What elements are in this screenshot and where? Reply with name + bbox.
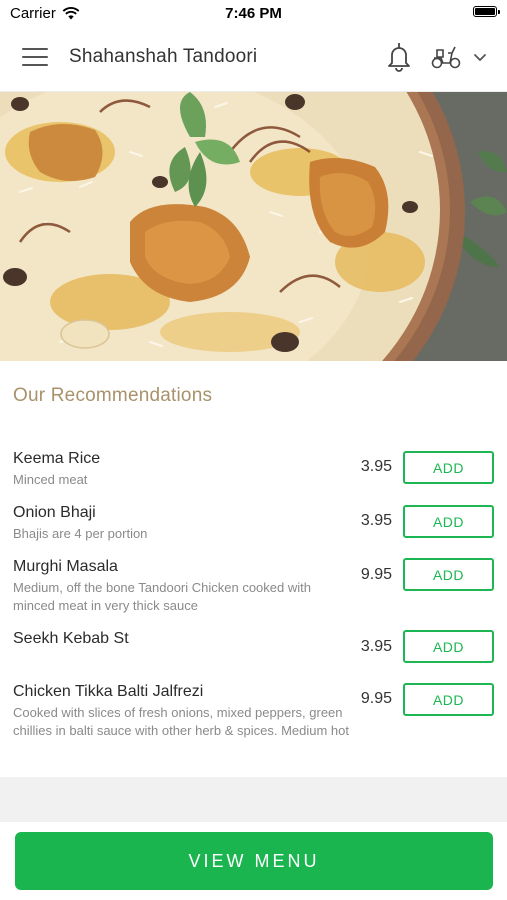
item-name: Keema Rice	[13, 450, 101, 467]
scooter-icon[interactable]	[430, 44, 462, 70]
item-name: Chicken Tikka Balti Jalfrezi	[13, 683, 204, 700]
bell-icon[interactable]	[384, 41, 414, 73]
item-name: Onion Bhaji	[13, 504, 96, 521]
restaurant-title: Shahanshah Tandoori	[69, 46, 258, 67]
biryani-illustration	[0, 92, 507, 361]
status-bar: Carrier 7:46 PM	[0, 0, 507, 26]
section-divider	[0, 777, 507, 822]
status-time: 7:46 PM	[225, 4, 282, 22]
item-name: Murghi Masala	[13, 558, 118, 575]
item-description: Cooked with slices of fresh onions, mixe…	[13, 705, 349, 738]
add-button[interactable]: ADD	[403, 630, 494, 663]
battery-icon	[473, 6, 500, 17]
recommendations-heading: Our Recommendations	[13, 385, 213, 406]
item-price: 9.95	[360, 566, 392, 583]
item-price: 9.95	[360, 690, 392, 707]
add-button[interactable]: ADD	[403, 558, 494, 591]
item-price: 3.95	[360, 638, 392, 655]
hero-food-image	[0, 92, 507, 361]
chevron-down-icon[interactable]	[472, 50, 488, 64]
add-button[interactable]: ADD	[403, 505, 494, 538]
item-price: 3.95	[360, 512, 392, 529]
add-button[interactable]: ADD	[403, 451, 494, 484]
app-header: Shahanshah Tandoori	[0, 26, 507, 92]
item-name: Seekh Kebab St	[13, 630, 129, 647]
add-button[interactable]: ADD	[403, 683, 494, 716]
menu-icon[interactable]	[22, 48, 48, 68]
item-description: Medium, off the bone Tandoori Chicken co…	[13, 580, 311, 613]
item-description: Bhajis are 4 per portion	[13, 526, 148, 541]
view-menu-button[interactable]: VIEW MENU	[15, 832, 493, 890]
item-description: Minced meat	[13, 472, 88, 487]
item-price: 3.95	[360, 458, 392, 475]
